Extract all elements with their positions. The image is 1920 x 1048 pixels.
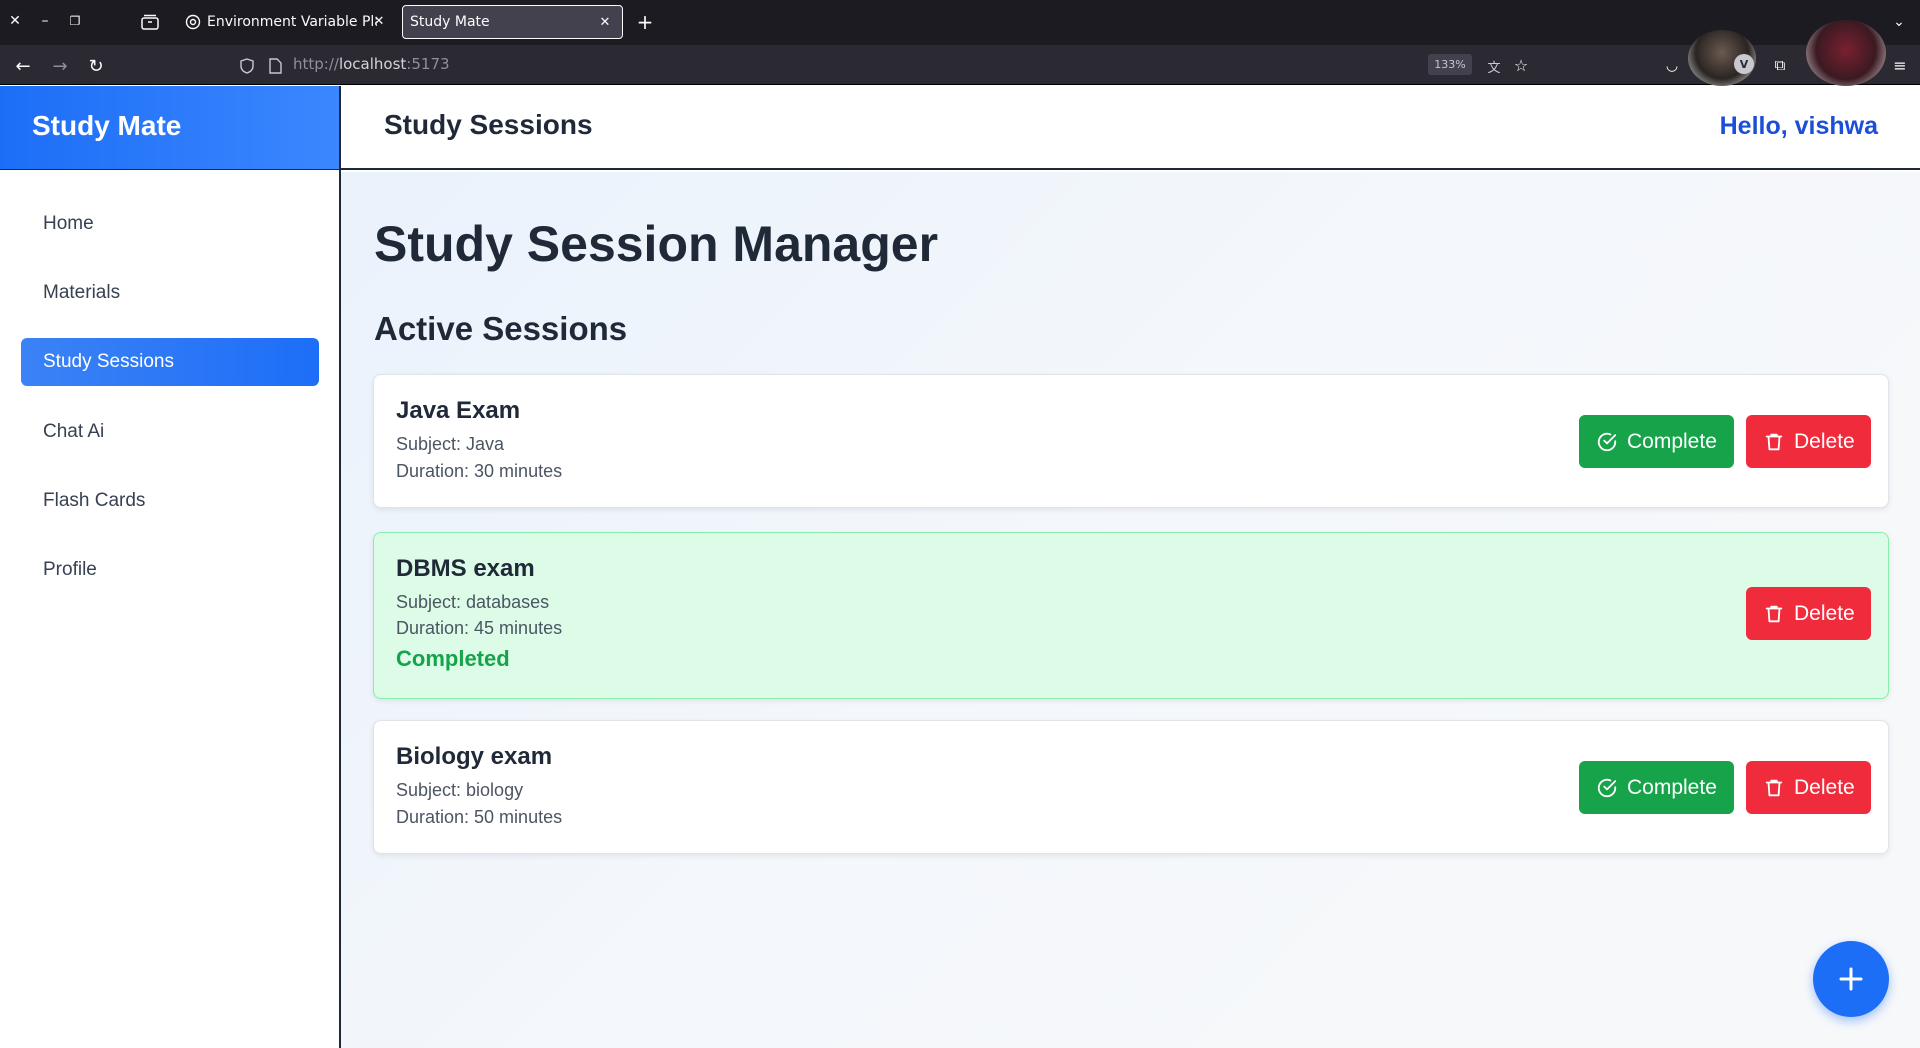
delete-button-label: Delete [1794, 775, 1855, 799]
trash-icon [1765, 605, 1783, 622]
delete-button[interactable]: Delete [1746, 415, 1871, 468]
session-duration: Duration: 50 minutes [396, 807, 563, 827]
session-subject: Subject: biology [396, 780, 524, 800]
tab-title: Environment Variable Pla [207, 14, 377, 30]
sidebar-item-profile[interactable]: Profile [21, 546, 319, 594]
sidebar: Study Mate Home Materials Study Sessions… [0, 86, 341, 1048]
sidebar-item-study-sessions[interactable]: Study Sessions [21, 338, 319, 386]
reload-icon[interactable]: ↻ [85, 55, 107, 77]
session-title: Java Exam [396, 397, 521, 424]
tab-environment-variable[interactable]: Environment Variable Pla ✕ [180, 5, 390, 39]
tab-study-mate[interactable]: Study Mate ✕ [402, 5, 623, 39]
restore-window-icon[interactable]: ❐ [66, 12, 84, 30]
tab-close-icon[interactable]: ✕ [596, 13, 614, 31]
forward-icon[interactable]: → [49, 55, 71, 77]
profile-avatar-icon[interactable] [1806, 20, 1886, 86]
browser-tab-bar: ✕ – ❐ Environment Variable Pla ✕ Study M… [0, 0, 1920, 45]
delete-button-label: Delete [1794, 601, 1855, 625]
complete-button[interactable]: Complete [1579, 415, 1734, 468]
app-menu-icon[interactable]: ≡ [1890, 55, 1910, 75]
check-circle-icon [1597, 432, 1617, 451]
session-duration: Duration: 30 minutes [396, 461, 563, 481]
sidebar-item-flash-cards[interactable]: Flash Cards [21, 477, 319, 525]
delete-button[interactable]: Delete [1746, 761, 1871, 814]
tab-close-icon[interactable]: ✕ [370, 12, 388, 30]
complete-button-label: Complete [1627, 429, 1717, 453]
delete-button-label: Delete [1794, 429, 1855, 453]
url-port: :5173 [406, 55, 450, 73]
top-bar: Study Sessions Hello, vishwa [341, 86, 1920, 170]
list-tabs-icon[interactable]: ⌄ [1888, 11, 1910, 33]
sidebar-item-chat-ai[interactable]: Chat Ai [21, 408, 319, 456]
minimize-window-icon[interactable]: – [36, 12, 54, 30]
page-info-icon[interactable] [265, 56, 285, 76]
url-host: localhost [338, 55, 407, 73]
url-field[interactable]: http://localhost:5173 [293, 55, 450, 73]
trash-icon [1765, 779, 1783, 796]
globe-icon [185, 14, 201, 30]
session-title: Biology exam [396, 743, 553, 770]
extensions-icon[interactable]: ⧉ [1770, 55, 1790, 75]
complete-button-label: Complete [1627, 775, 1717, 799]
tab-overview-icon[interactable] [140, 12, 160, 32]
tab-title: Study Mate [410, 14, 490, 30]
check-circle-icon [1597, 778, 1617, 797]
translate-icon[interactable]: 文 [1484, 56, 1504, 76]
url-scheme: http:// [293, 55, 339, 73]
close-window-icon[interactable]: ✕ [6, 12, 24, 30]
header-title: Study Sessions [384, 109, 593, 140]
session-subject: Subject: Java [396, 434, 505, 454]
new-tab-icon[interactable]: + [634, 10, 656, 34]
page-title: Study Session Manager [374, 216, 939, 272]
session-duration: Duration: 45 minutes [396, 618, 563, 638]
sidebar-item-materials[interactable]: Materials [21, 269, 319, 317]
zoom-level-badge[interactable]: 133% [1428, 54, 1472, 75]
session-card-java-exam: Java Exam Subject: Java Duration: 30 min… [373, 374, 1889, 508]
session-card-dbms-exam: DBMS exam Subject: databases Duration: 4… [373, 532, 1889, 699]
brand-logo-text[interactable]: Study Mate [32, 110, 181, 142]
brand-header: Study Mate [0, 86, 339, 170]
vpn-extension-icon[interactable]: V [1734, 54, 1754, 74]
back-icon[interactable]: ← [12, 55, 34, 77]
section-title-active-sessions: Active Sessions [374, 310, 628, 347]
session-title: DBMS exam [396, 555, 535, 582]
browser-url-bar: ← → ↻ [0, 45, 1920, 85]
pocket-icon[interactable]: ◡ [1662, 56, 1682, 76]
plus-icon [1839, 967, 1863, 991]
session-subject: Subject: databases [396, 592, 550, 612]
main-content: Study Session Manager Active Sessions Ja… [341, 172, 1920, 1048]
user-greeting: Hello, vishwa [1719, 112, 1878, 140]
trash-icon [1765, 433, 1783, 450]
session-card-biology-exam: Biology exam Subject: biology Duration: … [373, 720, 1889, 854]
add-session-button[interactable] [1813, 941, 1889, 1017]
delete-button[interactable]: Delete [1746, 587, 1871, 640]
status-badge: Completed [396, 646, 510, 671]
bookmark-star-icon[interactable]: ☆ [1511, 55, 1531, 75]
tracking-shield-icon[interactable] [237, 56, 257, 76]
complete-button[interactable]: Complete [1579, 761, 1734, 814]
sidebar-item-home[interactable]: Home [21, 200, 319, 248]
